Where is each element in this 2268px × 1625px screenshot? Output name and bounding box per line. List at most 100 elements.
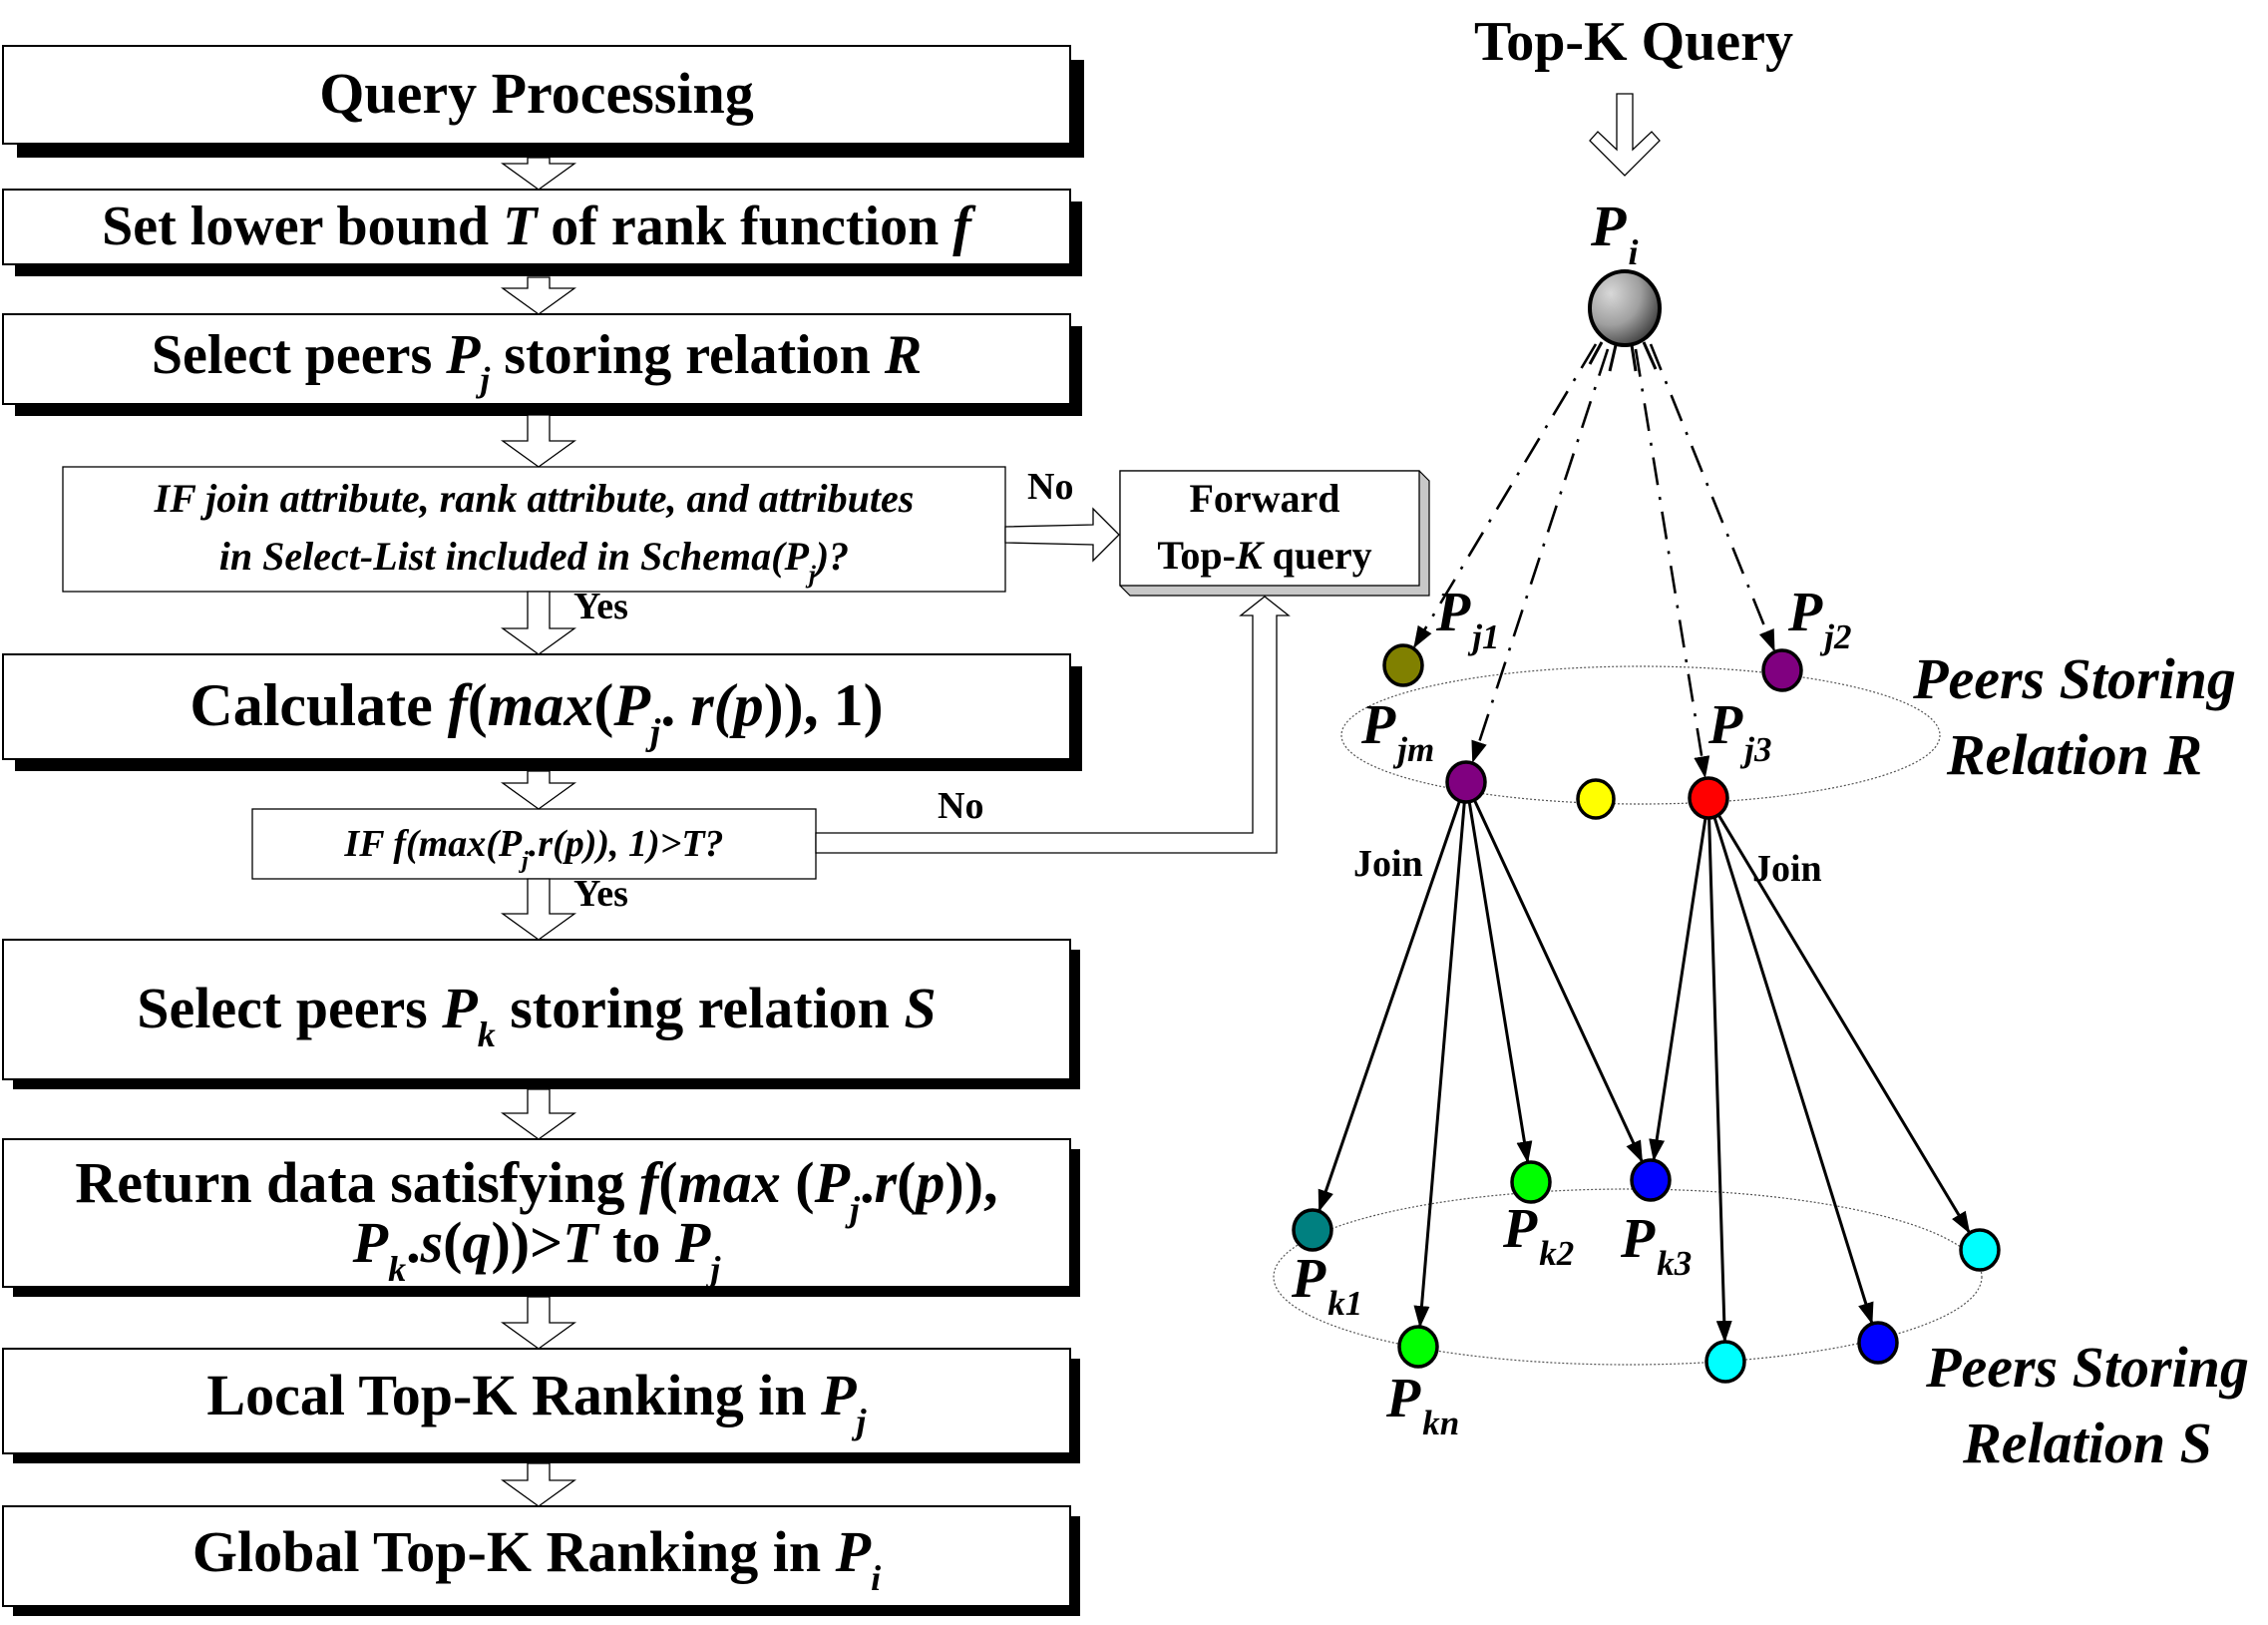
peer-node-pj3: [1688, 776, 1729, 820]
step-set-lower-bound: Set lower bound T of rank function f: [2, 189, 1082, 276]
text-run: .: [660, 672, 690, 738]
peer-label-pj1: Pj1: [1435, 582, 1499, 656]
top-k-query-title: Top-K Query: [1474, 11, 1793, 73]
text-run: R: [884, 324, 922, 386]
text-run: IF join attribute, rank attribute, and a…: [154, 476, 915, 521]
step-query-processing: Query Processing: [2, 45, 1084, 158]
text-run: max: [488, 672, 594, 738]
subscript: k: [388, 1249, 406, 1289]
peer-label-base: P: [1620, 1208, 1656, 1270]
step-text-line: IF join attribute, rank attribute, and a…: [154, 476, 915, 521]
text-run: S: [904, 976, 936, 1040]
forward-box-text: Forward: [1189, 476, 1339, 521]
step-local-ranking: Local Top-K Ranking in Pj: [2, 1348, 1080, 1463]
relation-s-label: Relation S: [1962, 1411, 2212, 1475]
peer-label-sub: j2: [1819, 617, 1851, 656]
peer-label-pk3: Pk3: [1620, 1208, 1692, 1283]
step-decision-schema: IF join attribute, rank attribute, and a…: [62, 466, 1006, 593]
text-run: IF f(max(P: [343, 823, 522, 865]
text-run: r: [875, 1150, 898, 1215]
text-run: to: [598, 1210, 675, 1275]
text-run: (: [468, 672, 488, 738]
text-run: Global Top-K Ranking in: [192, 1519, 836, 1584]
origin-peer-label: Pi: [1590, 194, 1638, 272]
text-run: .: [406, 1210, 421, 1275]
peer-label-pk2: Pk2: [1502, 1198, 1574, 1273]
diagram-canvas: Query Processing Set lower bound T of ran…: [2, 11, 2249, 1616]
text-run: P: [674, 1210, 711, 1275]
text-run: p: [911, 1150, 945, 1215]
peer-node-ps-cyan-bottom: [1704, 1340, 1746, 1384]
join-edge-pj3-pk3: [1649, 813, 1708, 1162]
text-run: Query Processing: [319, 61, 753, 126]
text-run: P: [352, 1210, 389, 1275]
step-text: Query Processing: [319, 61, 753, 126]
query-down-arrow: [1589, 93, 1661, 177]
flow-arrow: [500, 770, 577, 810]
peer-label-base: P: [1707, 694, 1743, 756]
step-text: Set lower bound T of rank function f: [102, 196, 976, 257]
text-run: (: [593, 672, 613, 738]
peer-node-pk1: [1292, 1208, 1333, 1252]
text-run: )?: [813, 534, 849, 579]
no-label-2: No: [938, 785, 983, 827]
text-run: Return data satisfying: [75, 1150, 639, 1215]
text-run: s: [420, 1210, 444, 1275]
text-run: P: [814, 1150, 851, 1215]
flow-arrow: [500, 591, 577, 655]
text-run: T: [503, 196, 540, 257]
text-run: r(: [690, 672, 737, 738]
peer-node-pk2: [1510, 1160, 1552, 1204]
flow-arrow: [500, 414, 577, 468]
forward-query-box: Forward Top-K query: [1119, 470, 1430, 597]
query-edge-pjm: [1471, 348, 1610, 763]
text-run: Set lower bound: [102, 196, 503, 257]
flow-arrow: [500, 276, 577, 315]
text-run: Local Top-K Ranking in: [206, 1363, 821, 1427]
text-run: of rank function: [537, 196, 952, 257]
subscript: k: [478, 1015, 496, 1054]
text-run: (: [443, 1210, 462, 1275]
step-select-peers-r: Select peers Pj storing relation R: [2, 313, 1082, 416]
step-decision-threshold: IF f(max(Pj.r(p)), 1)>T?: [251, 808, 817, 880]
subscript: i: [871, 1558, 881, 1598]
peer-label-base: P: [1590, 194, 1627, 258]
no-label-1: No: [1027, 466, 1073, 508]
text-run: query: [1263, 533, 1372, 578]
peer-node-ps-blue-bottom: [1857, 1321, 1899, 1365]
text-run: P: [441, 976, 478, 1040]
peer-label-pj3: Pj3: [1707, 694, 1771, 769]
text-run: Calculate: [189, 672, 447, 738]
peer-label-base: P: [1360, 694, 1396, 756]
text-run: )), 1): [764, 672, 884, 738]
relation-r-label: Peers Storing: [1912, 646, 2236, 711]
text-run: Select peers: [137, 976, 442, 1040]
peer-label-sub: jm: [1392, 730, 1434, 769]
peer-label-pj2: Pj2: [1787, 582, 1851, 656]
peer-label-base: P: [1435, 582, 1471, 643]
peer-label-sub: k2: [1539, 1234, 1574, 1273]
origin-stub: [1642, 341, 1658, 370]
peer-label-pjm: Pjm: [1360, 694, 1434, 769]
no-arrow-to-forward: [1004, 507, 1120, 563]
peer-node-pk3: [1630, 1158, 1672, 1202]
text-run: K: [1235, 533, 1265, 578]
text-run: Top-: [1157, 533, 1236, 578]
text-run: Select peers: [152, 324, 446, 386]
flow-arrow: [500, 157, 577, 191]
text-run: storing relation: [496, 976, 905, 1040]
step-return-data: Return data satisfying f(max (Pj.r(p)),P…: [2, 1138, 1080, 1297]
text-run: (: [897, 1150, 916, 1215]
join-label-right: Join: [1752, 848, 1822, 890]
origin-stub: [1608, 344, 1618, 372]
text-run: p: [729, 672, 764, 738]
relation-r-label: Relation R: [1946, 722, 2202, 787]
yes-label-1: Yes: [573, 586, 628, 627]
peer-label-sub: j1: [1467, 617, 1499, 656]
step-select-peers-s: Select peers Pk storing relation S: [2, 939, 1080, 1089]
text-run: P: [783, 534, 809, 579]
flowchart: Query Processing Set lower bound T of ran…: [2, 45, 1430, 1616]
query-edge-pj2: [1649, 343, 1775, 652]
text-run: Forward: [1189, 476, 1339, 521]
join-label-left: Join: [1353, 843, 1423, 885]
